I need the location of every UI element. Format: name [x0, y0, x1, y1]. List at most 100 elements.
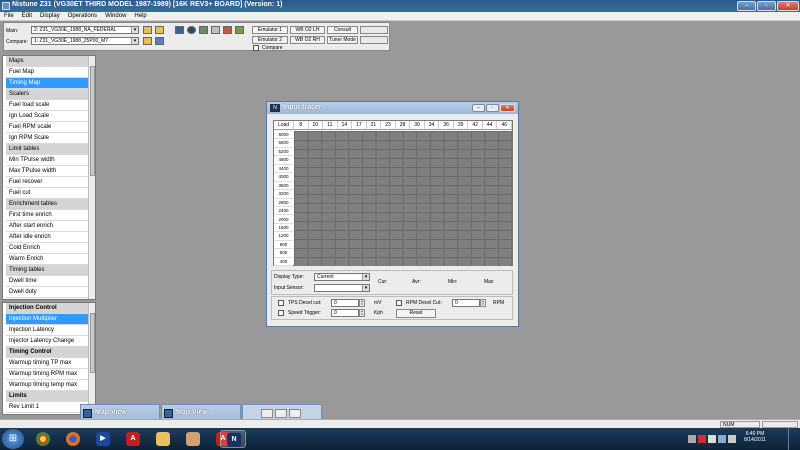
map-list-item[interactable]: Fuel load scale: [6, 100, 90, 111]
menu-file[interactable]: File: [0, 12, 18, 21]
tracer-maximize-button[interactable]: ▫: [486, 104, 499, 112]
menu-window[interactable]: Window: [101, 12, 130, 21]
map-list-item: Limit tables: [6, 144, 90, 155]
taskbar-nistune[interactable]: N: [220, 430, 246, 448]
tuner-mode-button[interactable]: Tuner Mode: [327, 36, 358, 44]
close-button[interactable]: ✕: [777, 1, 799, 11]
tracer-close-button[interactable]: ✕: [500, 104, 515, 112]
tracer-minimize-button[interactable]: –: [472, 104, 485, 112]
control-list-item: Limits: [6, 391, 90, 402]
tps-decel-checkbox[interactable]: [278, 300, 284, 306]
export-icon[interactable]: [235, 26, 244, 34]
compare-file-select[interactable]: 1: Z31_VG30E_1988_25P00_M7 ▾: [31, 37, 139, 45]
restore-icon[interactable]: [261, 409, 273, 418]
grid-column-header: 17: [352, 121, 367, 130]
rpm-decel-checkbox[interactable]: [396, 300, 402, 306]
speed-trigger-spinner[interactable]: ▴ ▾: [359, 309, 365, 317]
tps-decel-input[interactable]: 0: [331, 299, 359, 307]
taskbar-media-player[interactable]: ▶: [90, 430, 116, 448]
emulator-2-button[interactable]: Emulator 2: [252, 36, 288, 44]
open-folder-icon[interactable]: [155, 26, 164, 34]
menu-help[interactable]: Help: [130, 12, 150, 21]
control-list-item[interactable]: Rev Limit 1: [6, 402, 90, 413]
tray-app-icon[interactable]: [698, 435, 706, 443]
rpm-decel-spinner[interactable]: ▴ ▾: [480, 299, 486, 307]
open-folder-icon[interactable]: [143, 37, 152, 45]
map-list-item[interactable]: Dwell time: [6, 276, 90, 287]
control-list-item[interactable]: Warmup timing temp max: [6, 380, 90, 391]
compare-icon[interactable]: [211, 26, 220, 34]
map-list-item[interactable]: After idle enrich: [6, 232, 90, 243]
map-list-scrollbar[interactable]: [88, 56, 95, 299]
control-list-item[interactable]: Injector Latency Change: [6, 336, 90, 347]
map-list-item[interactable]: Fuel cut: [6, 188, 90, 199]
taskbar-app[interactable]: [180, 430, 206, 448]
open-folder-icon[interactable]: [143, 26, 152, 34]
control-list-scrollbar[interactable]: [88, 303, 95, 414]
reset-button[interactable]: Reset: [396, 309, 436, 318]
save-icon[interactable]: [155, 37, 164, 45]
map-list-item[interactable]: After start enrich: [6, 221, 90, 232]
tracer-grid: Load 8 10 11 14 17 21 23 28 30 34 36 39 42 44 46 6000 5…: [273, 120, 513, 267]
wb-o2-lh-button[interactable]: WB O2 LH: [290, 26, 325, 34]
grid-column-header: 14: [337, 121, 353, 130]
input-sensor-select[interactable]: ▾: [314, 284, 370, 292]
grid-column-header: 10: [308, 121, 324, 130]
maximize-button[interactable]: ▫: [757, 1, 776, 11]
map-list-item[interactable]: Fuel recover: [6, 177, 90, 188]
taskbar-chrome[interactable]: [30, 430, 56, 448]
main-file-select[interactable]: 2: Z31_VG30E_1988_NA_FEDERAL ▾: [31, 26, 139, 34]
scrollbar-thumb[interactable]: [90, 66, 95, 176]
taskbar-acrobat[interactable]: A: [120, 430, 146, 448]
control-list-item[interactable]: Warmup timing TP max: [6, 358, 90, 369]
network-icon[interactable]: [718, 435, 726, 443]
control-list-item[interactable]: Injection Latency: [6, 325, 90, 336]
map-list-item[interactable]: Timing Map: [6, 78, 90, 89]
map-list-item[interactable]: Ign RPM Scale: [6, 133, 90, 144]
speed-trigger-checkbox[interactable]: [278, 310, 284, 316]
map-list-item[interactable]: Fuel Map: [6, 67, 90, 78]
wb-o2-rh-button[interactable]: WB O2 RH: [290, 36, 325, 44]
map-list-item[interactable]: Cold Enrich: [6, 243, 90, 254]
control-list-item[interactable]: Warmup timing RPM max: [6, 369, 90, 380]
map-list-item[interactable]: Ign Load Scale: [6, 111, 90, 122]
emulator-1-button[interactable]: Emulator 1: [252, 26, 288, 34]
map-list-item[interactable]: Fuel RPM scale: [6, 122, 90, 133]
map-list-item[interactable]: Warm Enrich: [6, 254, 90, 265]
show-desktop-button[interactable]: [788, 428, 800, 450]
tray-flag-icon[interactable]: [708, 435, 716, 443]
grid-icon[interactable]: [199, 26, 208, 34]
start-button[interactable]: ⊞: [2, 429, 24, 449]
map-list-item[interactable]: Max TPulse width: [6, 166, 90, 177]
grid-column-header: 44: [482, 121, 498, 130]
map-list-item: Timing tables: [6, 265, 90, 276]
map-list-item[interactable]: Dwell duty: [6, 287, 90, 298]
speed-trigger-input[interactable]: 0: [331, 309, 359, 317]
rpm-decel-input[interactable]: 0: [452, 299, 480, 307]
clock[interactable]: 6:40 PM 8/14/2011: [735, 431, 775, 443]
display-type-select[interactable]: Current ▾: [314, 273, 370, 281]
minimize-button[interactable]: –: [737, 1, 756, 11]
grid-row-label: 1200: [274, 232, 293, 241]
control-list-item[interactable]: Injection Multiplier: [6, 314, 90, 325]
tray-arrow-icon[interactable]: [688, 435, 696, 443]
record-icon[interactable]: [187, 26, 196, 34]
scrollbar-thumb[interactable]: [90, 313, 95, 373]
compare-checkbox-label: Compare: [262, 45, 283, 51]
close-icon[interactable]: [289, 409, 301, 418]
chart-icon[interactable]: [223, 26, 232, 34]
save-icon[interactable]: [175, 26, 184, 34]
taskbar-firefox[interactable]: [60, 430, 86, 448]
compare-checkbox[interactable]: [253, 45, 259, 51]
menu-edit[interactable]: Edit: [18, 12, 36, 21]
tracer-titlebar[interactable]: N Input tracer – ▫ ✕: [267, 102, 518, 114]
map-list-item[interactable]: First time enrich: [6, 210, 90, 221]
taskbar-explorer[interactable]: [150, 430, 176, 448]
tps-decel-spinner[interactable]: ▴ ▾: [359, 299, 365, 307]
maximize-icon[interactable]: [275, 409, 287, 418]
menu-display[interactable]: Display: [36, 12, 64, 21]
grid-corner-label: Load: [274, 121, 294, 130]
menu-operations[interactable]: Operations: [64, 12, 101, 21]
map-list-item[interactable]: Min TPulse width: [6, 155, 90, 166]
consult-button[interactable]: Consult: [327, 26, 358, 34]
